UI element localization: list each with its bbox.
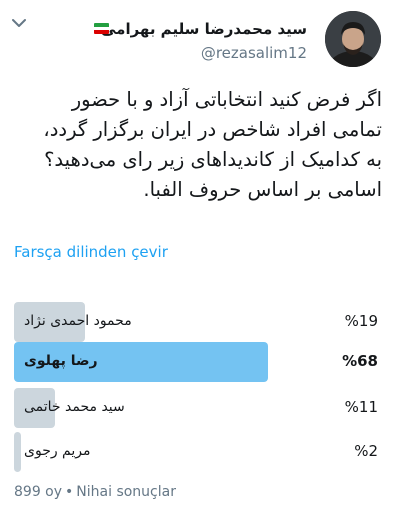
poll-option: محمود احمدی نژاد %19 <box>14 302 388 342</box>
poll-footer: 899 oy • Nihai sonuçlar <box>14 484 176 500</box>
poll-option-percent: %19 <box>344 312 378 330</box>
poll-option-label: مریم رجوی <box>24 443 91 459</box>
tweet-text: اگر فرض کنید انتخاباتی آزاد و با حضور تم… <box>12 85 382 205</box>
poll-option-percent: %68 <box>342 352 378 370</box>
tweet-text-line: اگر فرض کنید انتخاباتی آزاد و با حضور <box>71 88 382 111</box>
avatar[interactable] <box>325 11 381 67</box>
poll-option: سید محمد خاتمی %11 <box>14 388 388 428</box>
poll-option: رضا پهلوی %68 <box>14 342 388 382</box>
poll-option-percent: %2 <box>354 442 378 460</box>
poll-option: مریم رجوی %2 <box>14 432 388 472</box>
flag-stripe <box>94 30 109 34</box>
separator-dot: • <box>65 484 74 500</box>
avatar-image <box>325 11 381 67</box>
user-handle[interactable]: @rezasalim12 <box>201 44 307 62</box>
translate-link[interactable]: Farsça dilinden çevir <box>14 243 168 261</box>
poll-option-label: سید محمد خاتمی <box>24 399 125 415</box>
chevron-down-icon[interactable] <box>12 18 26 28</box>
tweet-text-line: اسامی بر اساس حروف الفبا. <box>143 178 382 201</box>
poll-option-label: محمود احمدی نژاد <box>24 313 132 329</box>
tweet-text-line: تمامی افراد شاخص در ایران برگزار گردد، <box>43 118 382 141</box>
tweet-text-line: به کدامیک از کاندیداهای زیر رای می‌دهید؟ <box>44 148 382 171</box>
tweet-header: سید محمدرضا سلیم بهرامی @rezasalim12 <box>0 0 402 80</box>
poll-option-label: رضا پهلوی <box>24 353 98 369</box>
poll-bar <box>14 432 21 472</box>
poll-vote-count: 899 oy <box>14 484 63 500</box>
display-name[interactable]: سید محمدرضا سلیم بهرامی <box>101 20 307 38</box>
iran-flag-icon <box>94 23 109 34</box>
poll-option-percent: %11 <box>344 398 378 416</box>
poll-status: Nihai sonuçlar <box>76 484 176 500</box>
